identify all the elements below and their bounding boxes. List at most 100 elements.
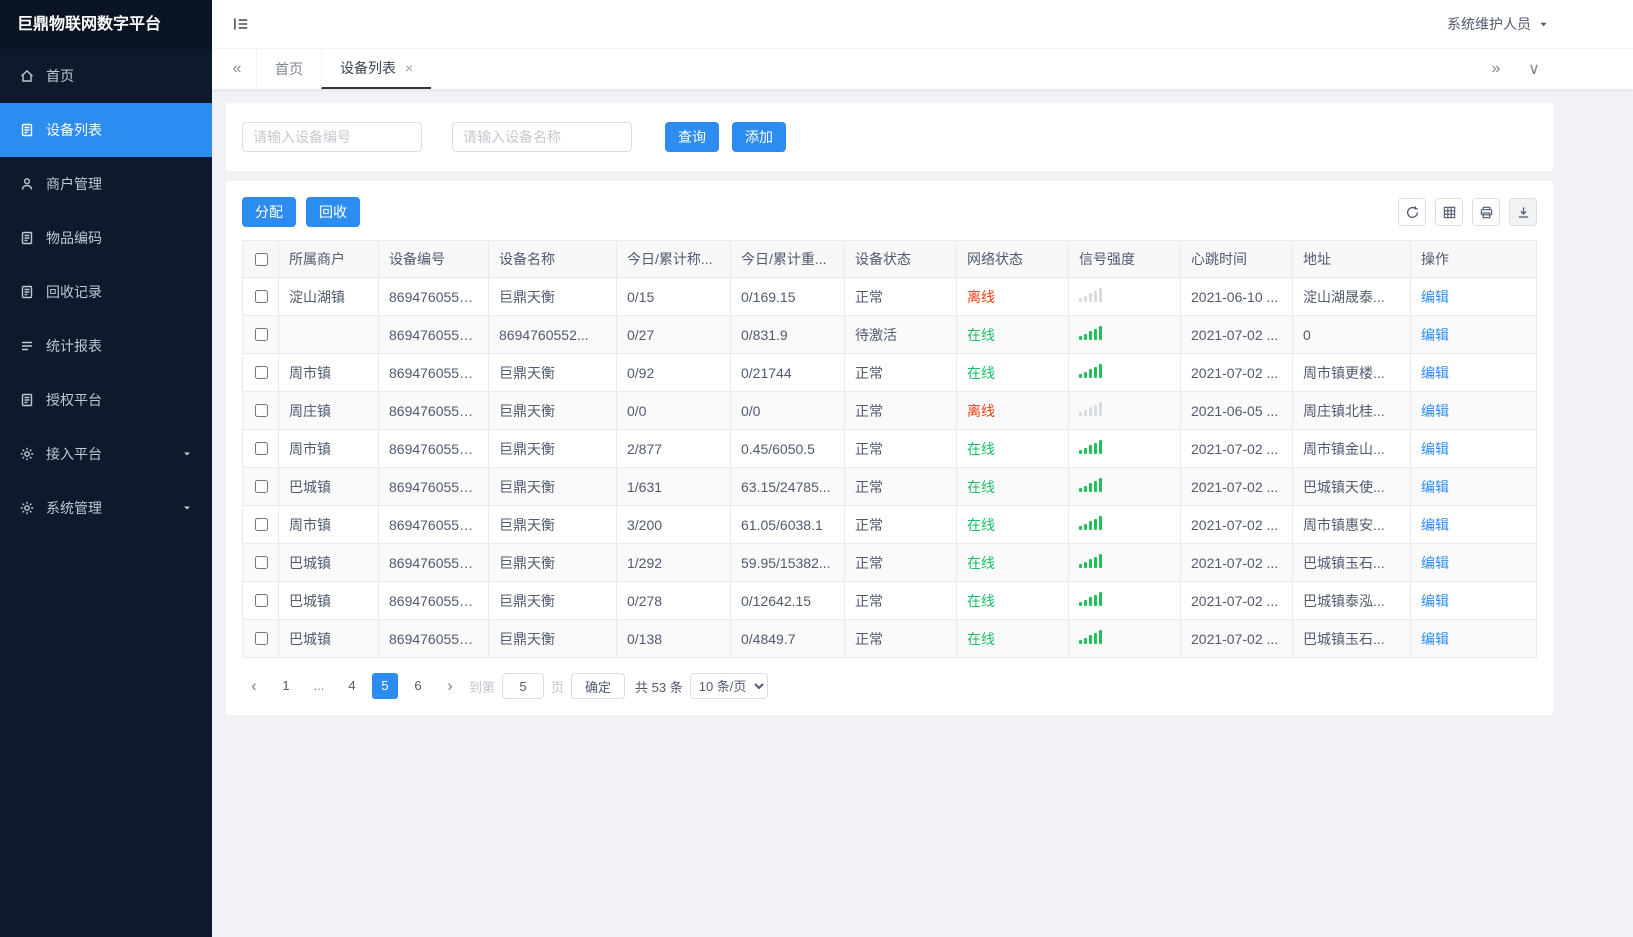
- device-no-cell: 8694760552...: [378, 315, 489, 354]
- device-no-input[interactable]: [242, 122, 422, 152]
- table-tools: [1398, 198, 1537, 226]
- table-row: 巴城镇 8694760552... 巨鼎天衡 0/278 0/12642.15 正常 在线 2…: [242, 581, 1537, 620]
- row-checkbox[interactable]: [254, 556, 268, 569]
- device-name-cell: 巨鼎天衡: [488, 391, 617, 430]
- row-checkbox[interactable]: [254, 442, 268, 455]
- sidebar-item-label: 授权平台: [46, 392, 102, 408]
- recycle-button[interactable]: 回收: [306, 197, 360, 227]
- merchant-cell: 周市镇: [278, 429, 379, 468]
- column-header-device-status: 设备状态: [844, 240, 957, 278]
- sidebar-item-auth-platform[interactable]: 授权平台: [0, 373, 212, 427]
- select-all-checkbox[interactable]: [254, 252, 268, 266]
- heartbeat-cell: 2021-07-02 ...: [1180, 619, 1293, 658]
- device-table: 所属商户 设备编号 设备名称 今日/累计称... 今日/累计重... 设备状态 …: [242, 240, 1537, 658]
- merchant-cell: 淀山湖镇: [278, 277, 379, 316]
- print-button[interactable]: [1472, 198, 1500, 226]
- tabs-scroll-right-button[interactable]: »: [1477, 49, 1515, 89]
- sidebar-item-recycle-record[interactable]: 回收记录: [0, 265, 212, 319]
- sidebar-item-merchant[interactable]: 商户管理: [0, 157, 212, 211]
- export-button[interactable]: [1509, 198, 1537, 226]
- edit-link[interactable]: 编辑: [1421, 441, 1449, 457]
- today-count-cell: 0/278: [616, 581, 731, 620]
- query-button[interactable]: 查询: [665, 122, 719, 152]
- signal-bars-icon: [1079, 592, 1102, 606]
- device-list-icon: [19, 122, 35, 138]
- signal-bars-icon: [1079, 326, 1102, 340]
- columns-button[interactable]: [1435, 198, 1463, 226]
- signal-cell: [1068, 391, 1181, 430]
- today-weight-cell: 0/4849.7: [730, 619, 845, 658]
- sidebar-item-device-list[interactable]: 设备列表: [0, 103, 212, 157]
- action-cell: 编辑: [1410, 467, 1537, 506]
- merchant-cell: 巴城镇: [278, 543, 379, 582]
- row-checkbox[interactable]: [254, 290, 268, 303]
- tab-device-list[interactable]: 设备列表 ×: [321, 49, 432, 89]
- page-ellipsis[interactable]: ...: [306, 673, 332, 699]
- printer-icon: [1480, 206, 1492, 218]
- action-cell: 编辑: [1410, 429, 1537, 468]
- device-status-cell: 正常: [844, 353, 957, 392]
- sidebar-item-system[interactable]: 系统管理: [0, 481, 212, 535]
- edit-link[interactable]: 编辑: [1421, 517, 1449, 533]
- address-cell: 周市镇金山...: [1292, 429, 1411, 468]
- add-button[interactable]: 添加: [732, 122, 786, 152]
- row-checkbox[interactable]: [254, 518, 268, 531]
- edit-link[interactable]: 编辑: [1421, 327, 1449, 343]
- edit-link[interactable]: 编辑: [1421, 555, 1449, 571]
- next-page-button[interactable]: ›: [438, 673, 462, 699]
- signal-bars-icon: [1079, 364, 1102, 378]
- page-button-4[interactable]: 4: [339, 673, 365, 699]
- confirm-page-button[interactable]: 确定: [571, 673, 626, 699]
- signal-cell: [1068, 429, 1181, 468]
- device-no-cell: 8694760552...: [378, 353, 489, 392]
- page-button-1[interactable]: 1: [273, 673, 299, 699]
- tabs-scroll-left-button[interactable]: «: [218, 49, 256, 89]
- signal-cell: [1068, 543, 1181, 582]
- row-checkbox[interactable]: [254, 594, 268, 607]
- edit-link[interactable]: 编辑: [1421, 365, 1449, 381]
- row-checkbox[interactable]: [254, 328, 268, 341]
- sidebar-item-label: 商户管理: [46, 176, 102, 192]
- page-button-5-active[interactable]: 5: [372, 673, 398, 699]
- merchant-cell: 周市镇: [278, 353, 379, 392]
- assign-button[interactable]: 分配: [242, 197, 296, 227]
- device-name-input[interactable]: [452, 122, 632, 152]
- heartbeat-cell: 2021-07-02 ...: [1180, 467, 1293, 506]
- edit-link[interactable]: 编辑: [1421, 593, 1449, 609]
- column-header-today-count: 今日/累计称...: [616, 240, 731, 278]
- page-button-6[interactable]: 6: [405, 673, 431, 699]
- close-tab-icon[interactable]: ×: [405, 60, 413, 76]
- sidebar-item-access-platform[interactable]: 接入平台: [0, 427, 212, 481]
- device-name-cell: 巨鼎天衡: [488, 277, 617, 316]
- edit-link[interactable]: 编辑: [1421, 289, 1449, 305]
- edit-link[interactable]: 编辑: [1421, 631, 1449, 647]
- tab-home[interactable]: 首页: [256, 49, 321, 89]
- goto-page-input[interactable]: [502, 673, 545, 699]
- edit-link[interactable]: 编辑: [1421, 479, 1449, 495]
- sidebar: 巨鼎物联网数字平台 首页 设备列表 商户管理 物品编码 回收记录 统计报表 授权…: [0, 0, 212, 937]
- refresh-button[interactable]: [1398, 198, 1426, 226]
- row-checkbox[interactable]: [254, 404, 268, 417]
- sidebar-item-home[interactable]: 首页: [0, 49, 212, 103]
- prev-page-button[interactable]: ‹: [242, 673, 266, 699]
- user-menu[interactable]: 系统维护人员: [1447, 14, 1549, 34]
- table-row: 淀山湖镇 8694760552... 巨鼎天衡 0/15 0/169.15 正常 离线 202…: [242, 277, 1537, 316]
- address-cell: 巴城镇玉石...: [1292, 619, 1411, 658]
- total-count-label: 共 53 条: [635, 679, 683, 695]
- row-checkbox-cell: [242, 581, 279, 620]
- sidebar-item-report[interactable]: 统计报表: [0, 319, 212, 373]
- recycle-record-icon: [19, 284, 35, 300]
- action-cell: 编辑: [1410, 505, 1537, 544]
- sidebar-item-item-code[interactable]: 物品编码: [0, 211, 212, 265]
- collapse-sidebar-button[interactable]: [232, 15, 250, 33]
- select-all-cell: [242, 240, 279, 278]
- tabs-menu-button[interactable]: ∨: [1515, 49, 1553, 89]
- page-content: 查询 添加 分配 回收: [212, 90, 1633, 937]
- signal-bars-icon: [1079, 516, 1102, 530]
- page-size-select[interactable]: 10 条/页: [689, 673, 768, 699]
- edit-link[interactable]: 编辑: [1421, 403, 1449, 419]
- row-checkbox[interactable]: [254, 366, 268, 379]
- row-checkbox[interactable]: [254, 632, 268, 645]
- row-checkbox[interactable]: [254, 480, 268, 493]
- device-no-cell: 8694760552...: [378, 391, 489, 430]
